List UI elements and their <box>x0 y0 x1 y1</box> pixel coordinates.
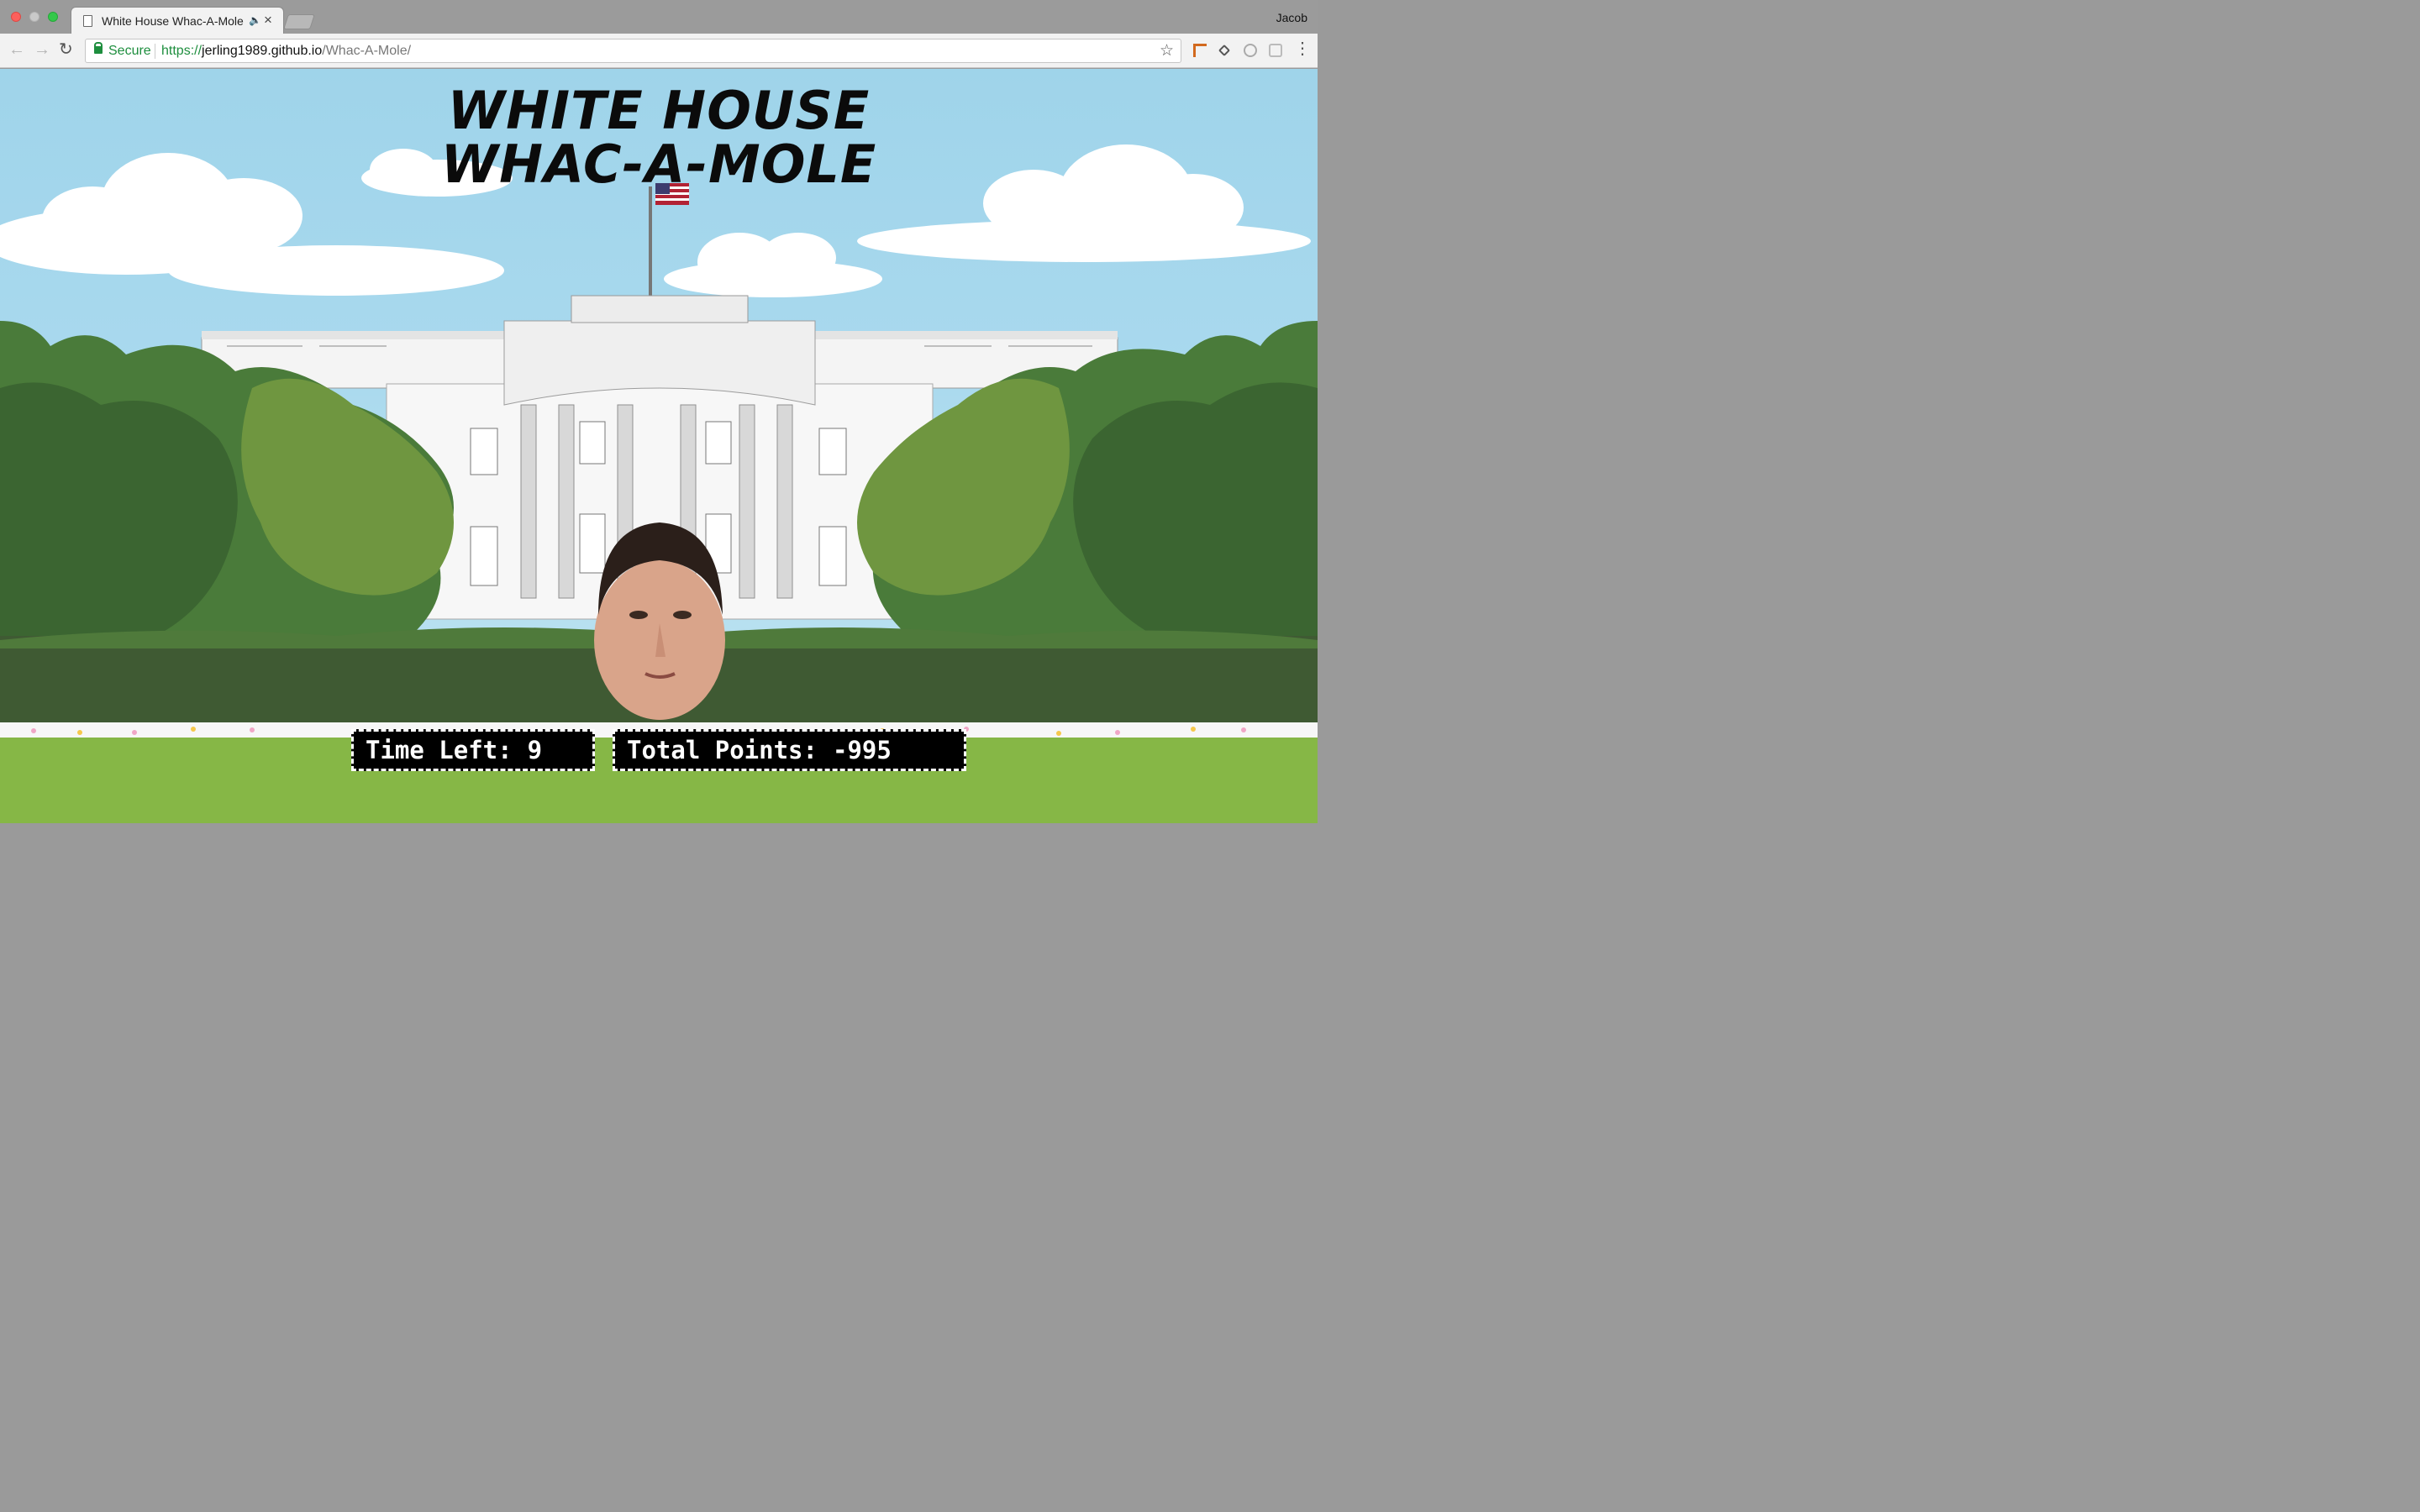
back-icon[interactable]: ← <box>8 41 25 58</box>
profile-name[interactable]: Jacob <box>1276 11 1307 24</box>
forward-icon[interactable]: → <box>34 41 50 58</box>
maximize-window-icon[interactable] <box>48 12 58 22</box>
tab-title: White House Whac-A-Mole <box>102 14 244 28</box>
mole-head[interactable] <box>594 522 725 720</box>
time-left-value: 9 <box>527 736 543 764</box>
extension-circle-icon[interactable] <box>1244 44 1257 57</box>
audio-icon[interactable]: 🔈 <box>249 14 261 26</box>
star-icon[interactable]: ☆ <box>1160 41 1174 60</box>
page-icon <box>83 15 92 27</box>
game-stage: WHITE HOUSE WHAC-A-MOLE Time Left: 9 Tota… <box>0 69 1318 823</box>
title-line-2: WHAC-A-MOLE <box>440 134 877 195</box>
secure-label[interactable]: Secure <box>108 44 151 59</box>
title-line-1: WHITE HOUSE <box>447 80 871 141</box>
tab-close-icon[interactable]: × <box>264 12 272 29</box>
url-scheme: https:// <box>161 44 203 58</box>
menu-icon[interactable]: ⋮ <box>1294 40 1311 57</box>
total-points-box: Total Points: -995 <box>613 729 966 771</box>
new-tab-button[interactable] <box>283 14 315 29</box>
game-title: WHITE HOUSE WHAC-A-MOLE <box>0 84 1318 192</box>
minimize-window-icon[interactable] <box>29 12 39 22</box>
time-left-label: Time Left: <box>366 736 513 764</box>
browser-tab[interactable]: White House Whac-A-Mole 🔈 × <box>71 7 284 34</box>
url-path: /Whac-A-Mole/ <box>322 44 412 58</box>
url-host: jerling1989.github.io <box>202 44 323 58</box>
window-titlebar: White House Whac-A-Mole 🔈 × Jacob <box>0 0 1318 34</box>
browser-toolbar: ← → ↻ Secure https://jerling1989.github.… <box>0 34 1318 68</box>
extension-square-icon[interactable] <box>1269 44 1282 57</box>
eyedropper-icon[interactable] <box>1218 44 1231 57</box>
time-left-box: Time Left: 9 <box>351 729 595 771</box>
close-window-icon[interactable] <box>11 12 21 22</box>
lock-icon[interactable] <box>94 42 103 54</box>
extension-icon[interactable] <box>1193 44 1207 57</box>
url-text[interactable]: https://jerling1989.github.io/Whac-A-Mol… <box>161 44 411 59</box>
address-bar[interactable]: Secure https://jerling1989.github.io/Wha… <box>85 39 1181 63</box>
reload-icon[interactable]: ↻ <box>59 41 73 58</box>
total-points-value: -995 <box>832 736 892 764</box>
total-points-label: Total Points: <box>627 736 818 764</box>
flagpole <box>649 186 652 296</box>
